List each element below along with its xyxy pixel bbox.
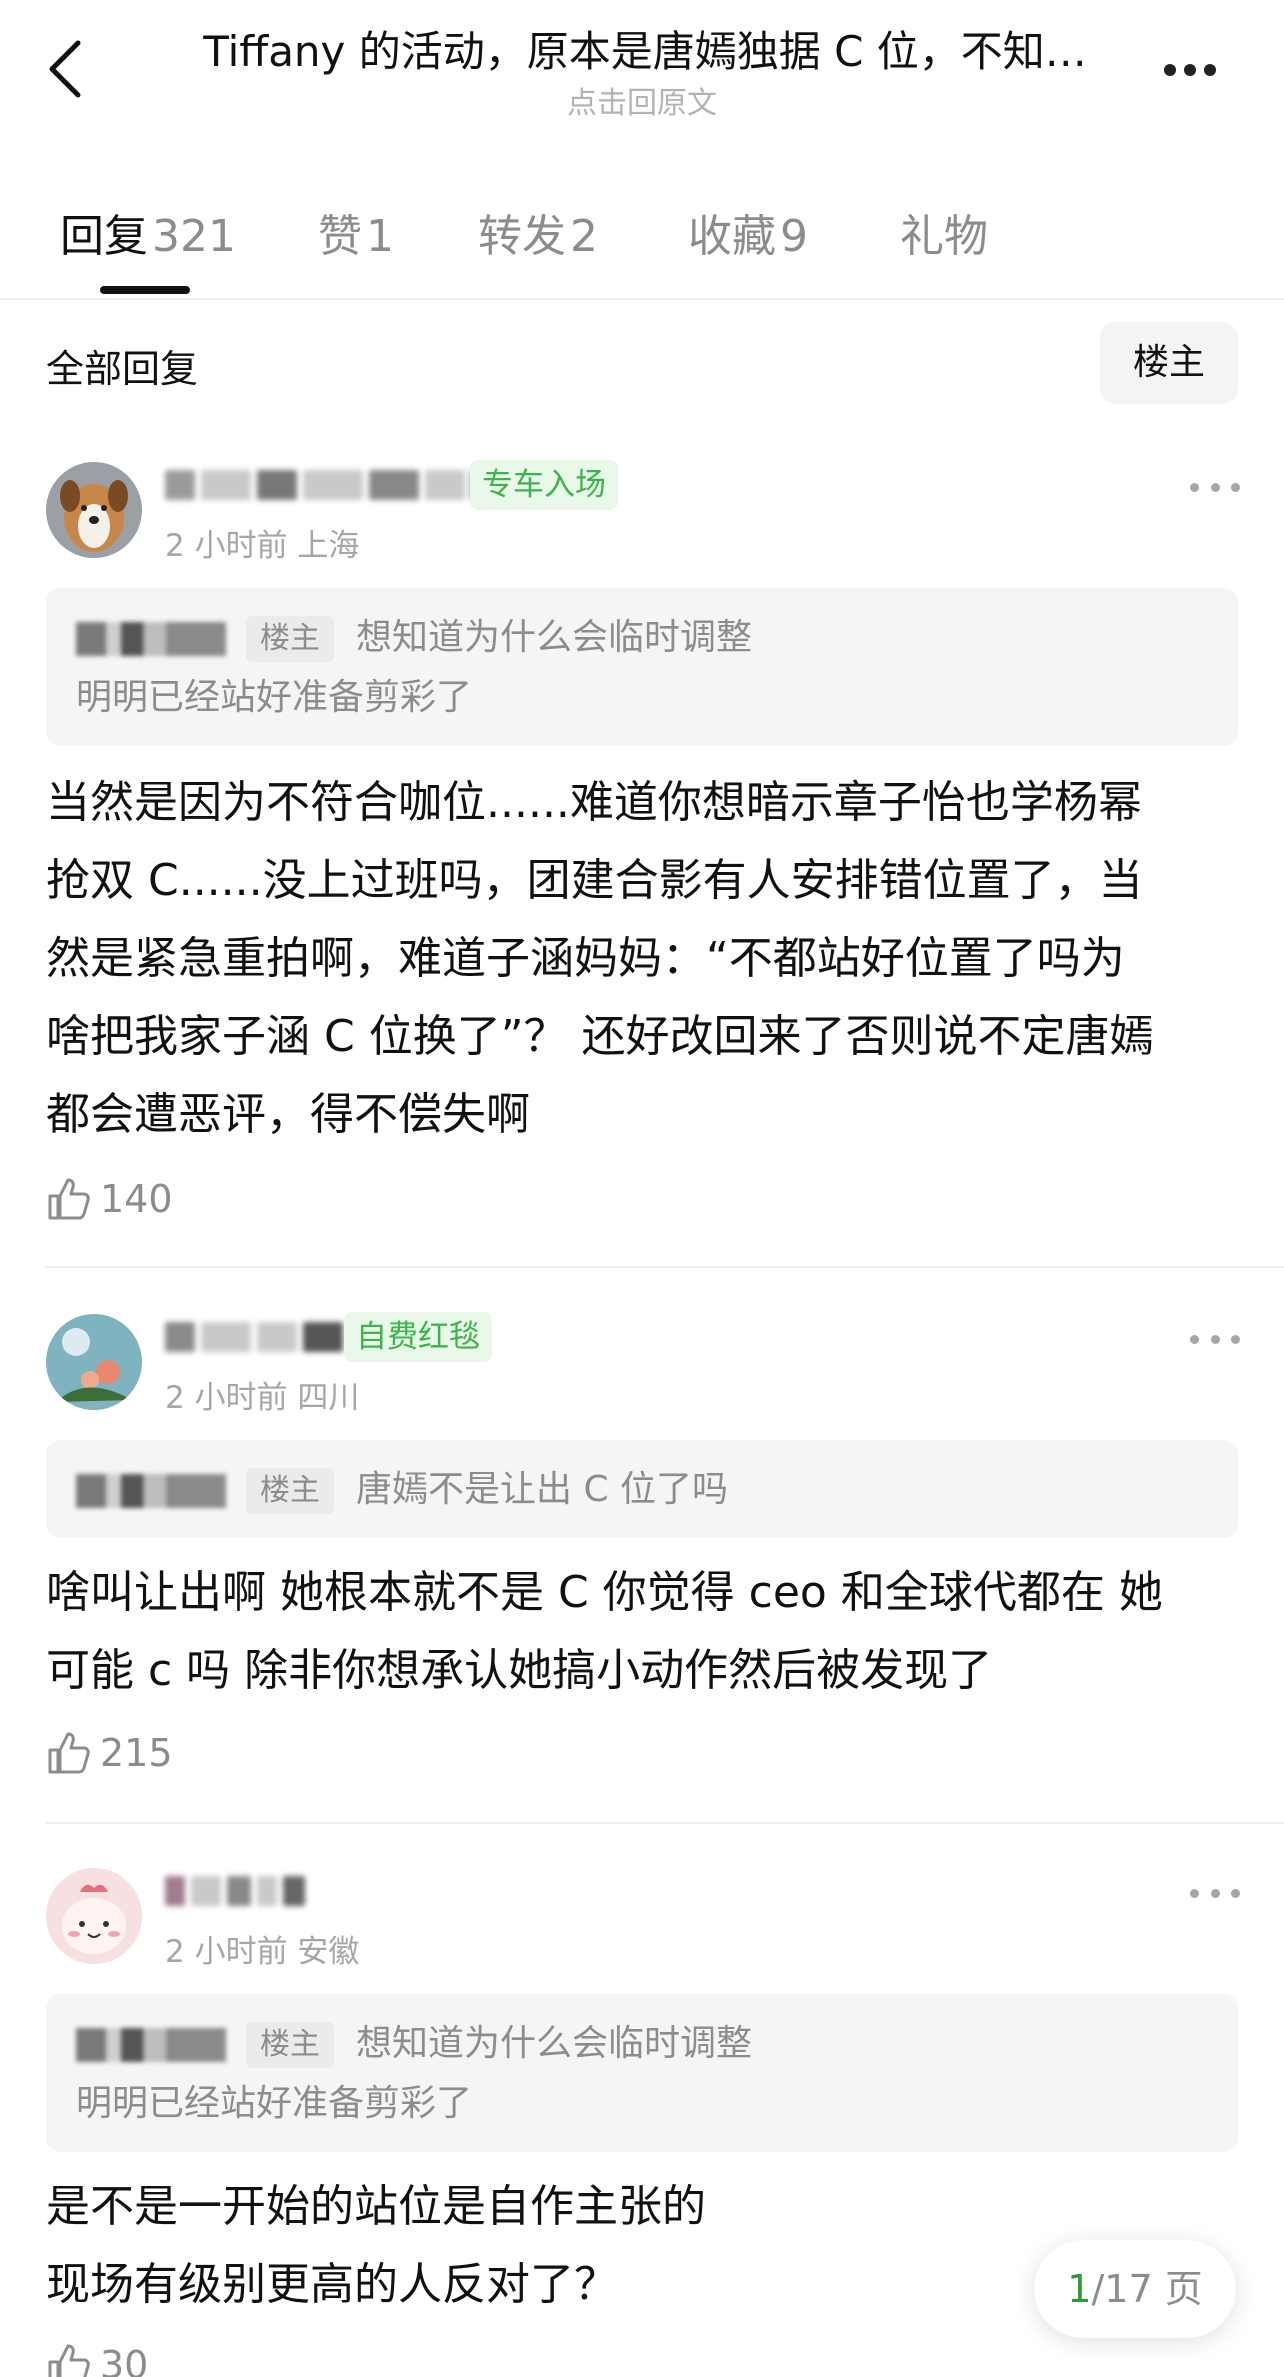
quoted-text: 想知道为什么会临时调整 xyxy=(356,2023,753,2064)
more-dot-icon xyxy=(1164,64,1176,76)
comment-meta: 2 小时前 安徽 xyxy=(165,1934,360,1970)
quoted-text: 唐嫣不是让出 C 位了吗 xyxy=(356,1469,729,1510)
dot-icon xyxy=(1231,1334,1240,1344)
comment-divider xyxy=(46,1266,1284,1268)
dot-icon xyxy=(1210,1888,1220,1898)
active-tab-indicator xyxy=(100,286,190,294)
thumbs-up-icon xyxy=(48,1178,90,1220)
quoted-username-blurred xyxy=(76,1474,226,1508)
user-badge: 自费红毯 xyxy=(344,1312,492,1362)
page-indicator-button[interactable]: 1/17 页 xyxy=(1034,2240,1236,2338)
avatar[interactable] xyxy=(46,462,142,558)
comment-body: 当然是因为不符合咖位......难道你想暗示章子怡也学杨幂 抢双 C......… xyxy=(46,777,1154,1140)
all-replies-heading: 全部回复 xyxy=(46,347,199,391)
top-bar: Tiffany 的活动，原本是唐嫣独据 C 位，不知… 点击回原文 xyxy=(0,0,1284,150)
back-to-original-link[interactable]: 点击回原文 xyxy=(0,78,1284,122)
cartoon-avatar-icon xyxy=(46,1868,142,1964)
comment-meta: 2 小时前 上海 xyxy=(165,528,360,564)
comment-more-button[interactable] xyxy=(1190,1878,1240,1908)
username-blurred[interactable] xyxy=(165,1318,369,1356)
op-tag: 楼主 xyxy=(246,1468,334,1514)
current-page: 1 xyxy=(1067,2267,1092,2311)
dot-icon xyxy=(1190,1334,1199,1344)
thumbs-up-icon xyxy=(48,2344,90,2377)
flower-avatar-icon xyxy=(46,1314,142,1410)
op-tag: 楼主 xyxy=(246,2022,334,2068)
dot-icon xyxy=(1210,482,1220,492)
dot-icon xyxy=(1210,1334,1220,1344)
like-button[interactable]: 215 xyxy=(46,1728,173,1778)
quoted-username-blurred xyxy=(76,622,226,656)
dot-icon xyxy=(1231,1888,1240,1898)
comment-meta: 2 小时前 四川 xyxy=(165,1380,360,1416)
tab-favorites[interactable]: 收藏9 xyxy=(688,202,808,272)
user-badge: 专车入场 xyxy=(470,460,618,510)
like-button[interactable]: 30 xyxy=(46,2340,148,2377)
avatar[interactable] xyxy=(46,1314,142,1410)
username-blurred[interactable] xyxy=(165,1872,305,1910)
like-count: 140 xyxy=(100,1177,173,1221)
dot-icon xyxy=(1190,482,1199,492)
username-blurred[interactable] xyxy=(165,466,501,504)
op-tag: 楼主 xyxy=(246,616,334,662)
quoted-text: 明明已经站好准备剪彩了 xyxy=(76,677,473,718)
comment-divider xyxy=(46,1822,1284,1824)
quoted-reply[interactable]: 楼主 想知道为什么会临时调整 明明已经站好准备剪彩了 xyxy=(46,1994,1238,2152)
quoted-reply[interactable]: 楼主 唐嫣不是让出 C 位了吗 xyxy=(46,1440,1238,1538)
comment-more-button[interactable] xyxy=(1190,472,1240,502)
total-pages: /17 页 xyxy=(1091,2267,1203,2311)
like-count: 215 xyxy=(100,1731,173,1775)
dot-icon xyxy=(1190,1888,1199,1898)
like-button[interactable]: 140 xyxy=(46,1174,173,1224)
dog-avatar-icon xyxy=(46,462,142,558)
more-dot-icon xyxy=(1204,64,1216,76)
tab-gifts[interactable]: 礼物 xyxy=(900,202,988,272)
tab-bar: 回复321 赞1 转发2 收藏9 礼物 xyxy=(0,190,1284,300)
tab-replies[interactable]: 回复321 xyxy=(60,202,236,272)
quoted-text: 想知道为什么会临时调整 xyxy=(356,617,753,658)
thumbs-up-icon xyxy=(48,1732,90,1774)
quoted-username-blurred xyxy=(76,2028,226,2062)
post-title[interactable]: Tiffany 的活动，原本是唐嫣独据 C 位，不知… xyxy=(170,22,1120,82)
comment-body: 啥叫让出啊 她根本就不是 C 你觉得 ceo 和全球代都在 她 可能 c 吗 除… xyxy=(46,1567,1163,1696)
more-dot-icon xyxy=(1184,64,1196,76)
comment-more-button[interactable] xyxy=(1190,1324,1240,1354)
avatar[interactable] xyxy=(46,1868,142,1964)
tab-reposts[interactable]: 转发2 xyxy=(478,202,598,272)
dot-icon xyxy=(1231,482,1240,492)
quoted-text: 明明已经站好准备剪彩了 xyxy=(76,2083,473,2124)
like-count: 30 xyxy=(100,2343,149,2377)
quoted-reply[interactable]: 楼主 想知道为什么会临时调整 明明已经站好准备剪彩了 xyxy=(46,588,1238,746)
op-only-filter-button[interactable]: 楼主 xyxy=(1100,322,1238,404)
more-options-button[interactable] xyxy=(1150,50,1230,90)
tab-likes[interactable]: 赞1 xyxy=(318,202,394,272)
